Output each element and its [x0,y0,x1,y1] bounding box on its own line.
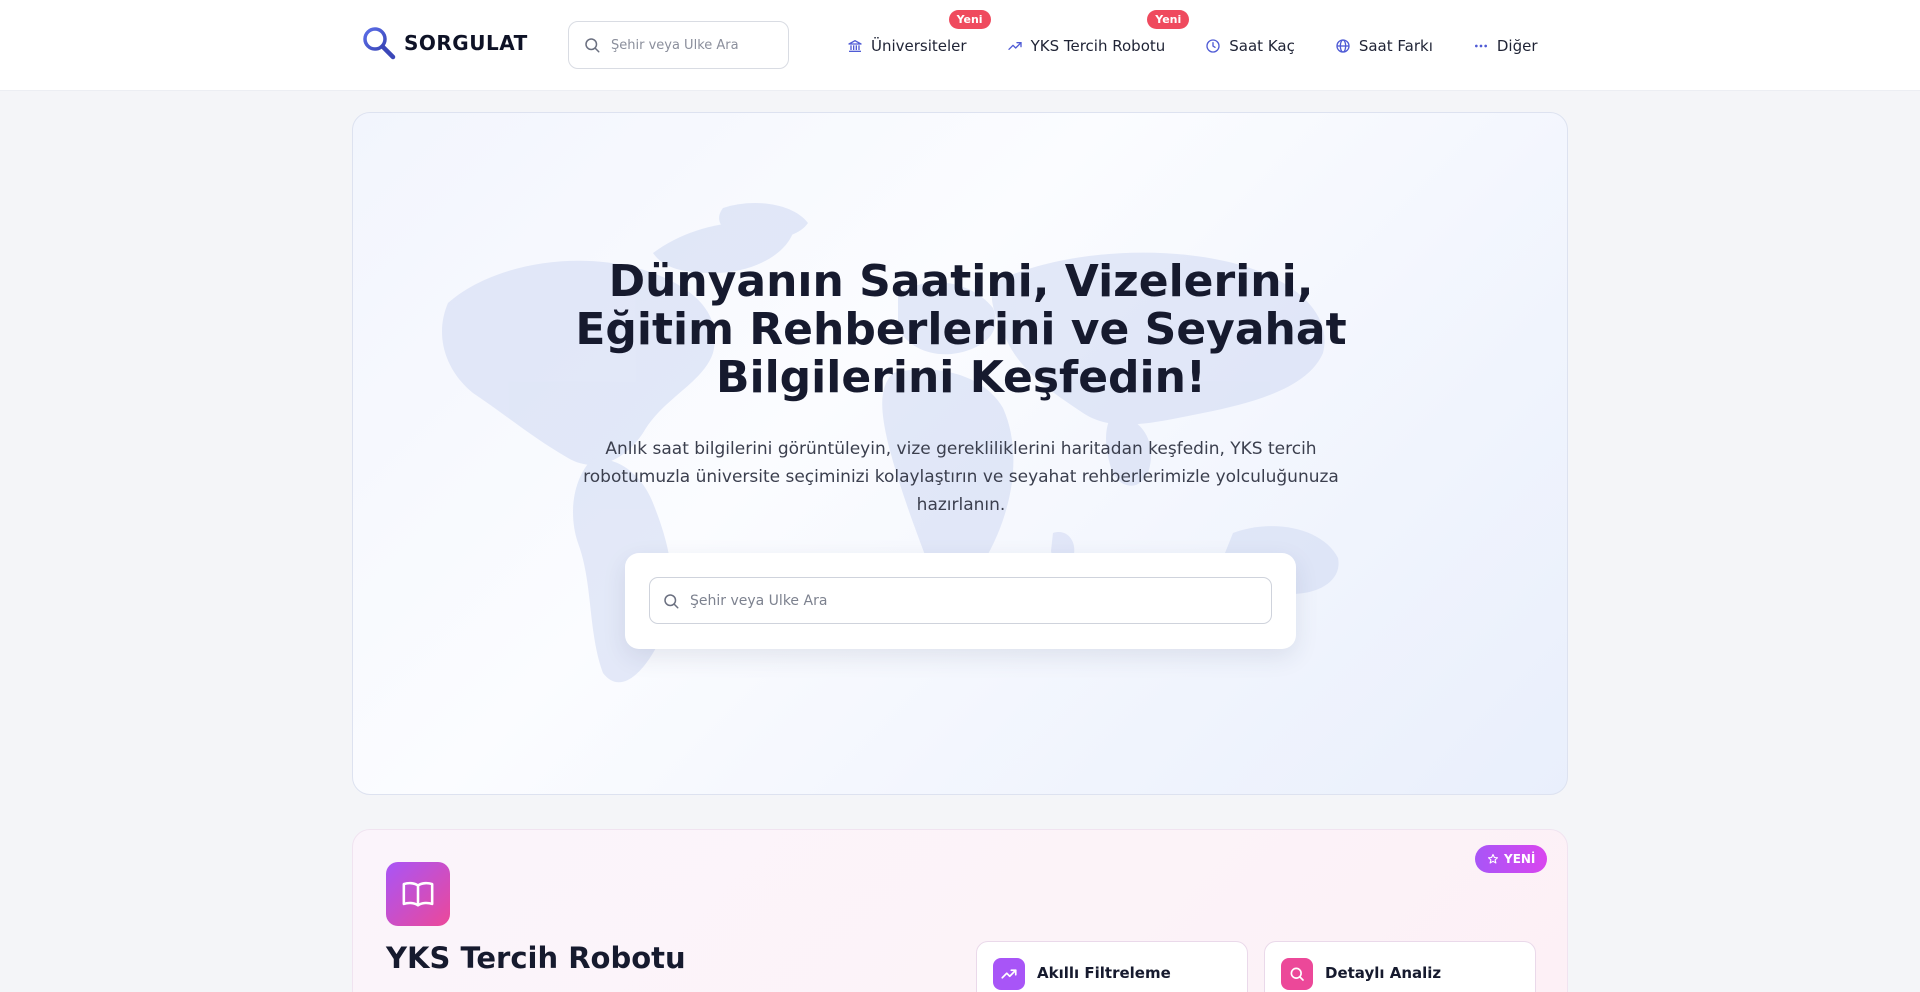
trending-up-icon [1007,41,1022,50]
nav-label: YKS Tercih Robotu [1030,36,1166,55]
book-open-icon [386,862,450,926]
nav-diger[interactable]: Diğer [1473,37,1538,55]
hero-title: Dünyanın Saatini, Vizelerini, Eğitim Reh… [353,256,1567,403]
badge-label: YENİ [1504,852,1536,866]
magnifier-logo-icon [363,27,396,60]
hero-search-card [625,553,1296,649]
new-badge: Yeni [948,9,991,29]
hero-section: Dünyanın Saatini, Vizelerini, Eğitim Reh… [352,112,1568,795]
hero-title-line: Bilgilerini Keşfedin! [715,352,1206,403]
main-nav: Üniversiteler Yeni YKS Tercih Robotu Yen… [847,0,1538,91]
hero-subtitle-line: robotumuzla üniversite seçiminizi kolayl… [583,467,1339,487]
feature-akilli-filtreleme[interactable]: Akıllı Filtreleme [976,941,1248,992]
feature-detayli-analiz[interactable]: Detaylı Analiz [1264,941,1536,992]
university-icon [848,39,862,52]
nav-yks-tercih-robotu[interactable]: YKS Tercih Robotu Yeni [1007,9,1190,55]
nav-saat-kac[interactable]: Saat Kaç [1205,37,1295,55]
nav-label: Üniversiteler [871,36,967,55]
clock-icon [1206,38,1220,53]
nav-saat-farki[interactable]: Saat Farkı [1335,37,1433,55]
hero-title-line: Dünyanın Saatini, Vizelerini, [608,256,1314,307]
top-header: SORGULAT Üniversiteler Yeni YKS Tercih R… [0,0,1920,91]
trending-up-icon [993,958,1025,990]
star-icon [1487,853,1499,864]
hero-title-line: Eğitim Rehberlerini ve Seyahat [575,304,1347,355]
nav-label: Diğer [1496,36,1538,55]
search-icon [664,593,679,608]
nav-label: Saat Kaç [1229,36,1295,55]
header-search[interactable] [568,21,789,69]
nav-universiteler[interactable]: Üniversiteler Yeni [847,9,991,55]
hero-search[interactable] [649,577,1272,624]
logo[interactable]: SORGULAT [362,26,528,60]
yks-title: YKS Tercih Robotu [386,941,686,975]
hero-subtitle-line: Anlık saat bilgilerini görüntüleyin, viz… [605,439,1317,459]
yks-feature-card[interactable]: YENİ YKS Tercih Robotu Akıllı Filtreleme… [352,829,1568,992]
more-dots-icon [1474,44,1487,47]
hero-search-input[interactable] [690,592,1250,609]
hero-subtitle: Anlık saat bilgilerini görüntüleyin, viz… [573,435,1349,519]
search-icon [585,38,600,53]
logo-text: SORGULAT [404,31,528,55]
nav-label: Saat Farkı [1358,36,1433,55]
feature-label: Detaylı Analiz [1325,964,1442,982]
globe-icon [1336,38,1350,53]
feature-label: Akıllı Filtreleme [1037,964,1171,982]
search-icon [1281,958,1313,990]
header-search-input[interactable] [611,37,771,53]
new-badge: Yeni [1147,9,1190,29]
new-badge: YENİ [1475,845,1548,873]
hero-subtitle-line: hazırlanın. [916,495,1006,515]
